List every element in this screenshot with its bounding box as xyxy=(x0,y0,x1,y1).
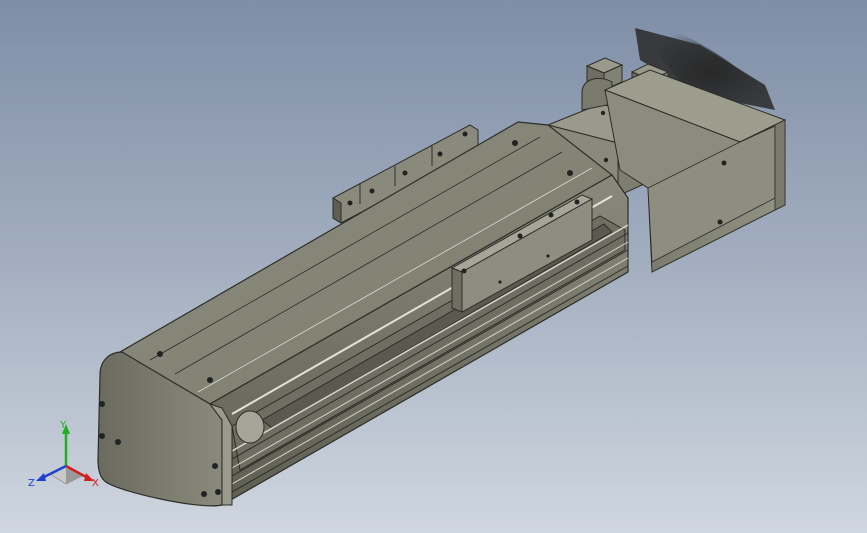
bracket-hole xyxy=(437,151,443,157)
endcap-hole xyxy=(201,491,207,497)
bracket-hole xyxy=(462,131,468,137)
actuator-3d-model[interactable] xyxy=(0,0,867,533)
endcap-hole xyxy=(115,439,121,445)
x-axis-label: X xyxy=(92,478,99,489)
actuator-body xyxy=(97,121,629,507)
endcap-hole xyxy=(215,489,221,495)
z-axis-label: Z xyxy=(28,478,35,489)
cad-graphics-viewport[interactable]: Y X Z xyxy=(0,0,867,533)
axis-triad-graphic: Y X Z xyxy=(28,420,99,489)
y-axis-label: Y xyxy=(59,420,67,431)
endcap-hole xyxy=(212,463,218,469)
z-axis-arrowhead xyxy=(36,473,46,481)
bracket-hole xyxy=(347,200,353,206)
bracket-hole xyxy=(402,170,408,176)
coordinate-triad: Y X Z xyxy=(22,418,112,498)
endcap-hole xyxy=(99,401,105,407)
bracket-hole xyxy=(369,188,375,194)
